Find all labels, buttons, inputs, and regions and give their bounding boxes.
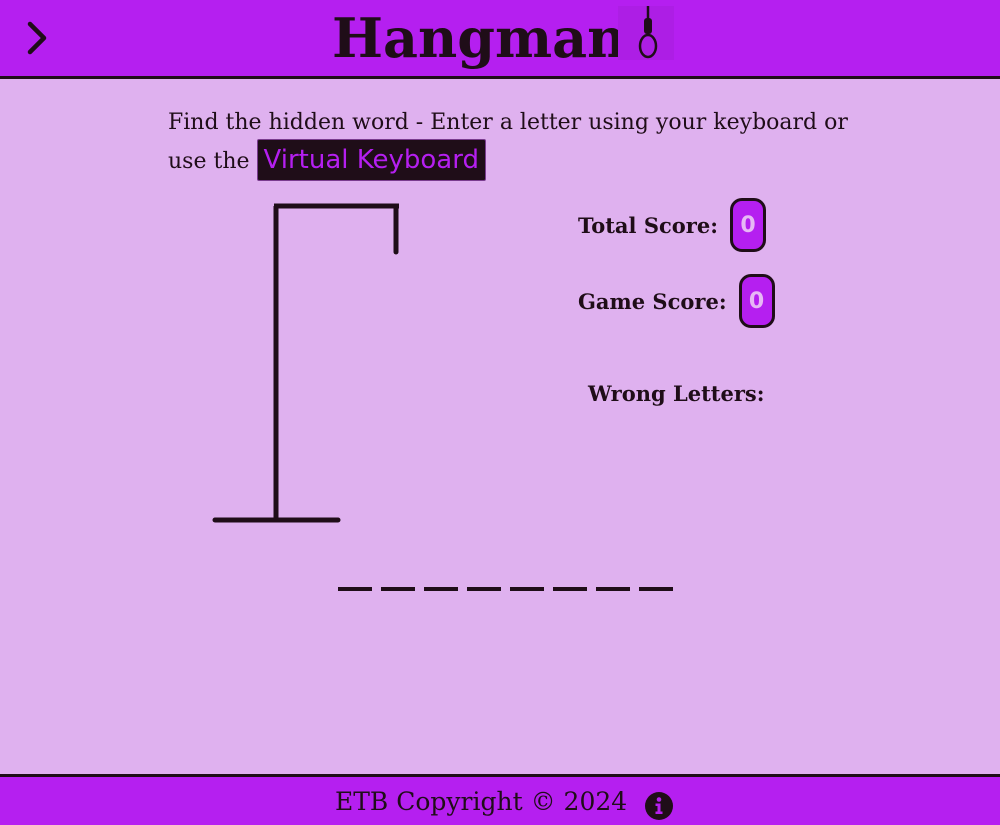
letter-slot xyxy=(510,565,544,591)
app-footer: ETB Copyright © 2024 xyxy=(0,774,1000,825)
app-header: Hangman xyxy=(0,0,1000,79)
page-title: Hangman xyxy=(332,6,627,70)
info-icon[interactable] xyxy=(645,792,673,820)
noose-icon xyxy=(618,6,674,60)
wrong-letters-label: Wrong Letters: xyxy=(588,381,765,406)
hangman-gallows xyxy=(212,203,399,523)
game-score: Game Score: 0 xyxy=(578,274,775,328)
letter-slot xyxy=(596,565,630,591)
wrong-letters: Wrong Letters: xyxy=(588,381,765,406)
chevron-right-icon[interactable] xyxy=(24,20,52,56)
letter-slot xyxy=(381,565,415,591)
total-score-value: 0 xyxy=(729,198,766,252)
virtual-keyboard-button[interactable]: Virtual Keyboard xyxy=(256,139,486,181)
letter-slot xyxy=(467,565,501,591)
game-score-value: 0 xyxy=(738,274,775,328)
word-slots xyxy=(338,565,673,591)
total-score: Total Score: 0 xyxy=(578,198,766,252)
copyright-text: ETB Copyright © 2024 xyxy=(335,787,628,816)
letter-slot xyxy=(553,565,587,591)
letter-slot xyxy=(338,565,372,591)
instructions: Find the hidden word - Enter a letter us… xyxy=(168,103,848,181)
total-score-label: Total Score: xyxy=(578,212,718,238)
letter-slot xyxy=(424,565,458,591)
game-score-label: Game Score: xyxy=(578,288,727,314)
letter-slot xyxy=(639,565,673,591)
